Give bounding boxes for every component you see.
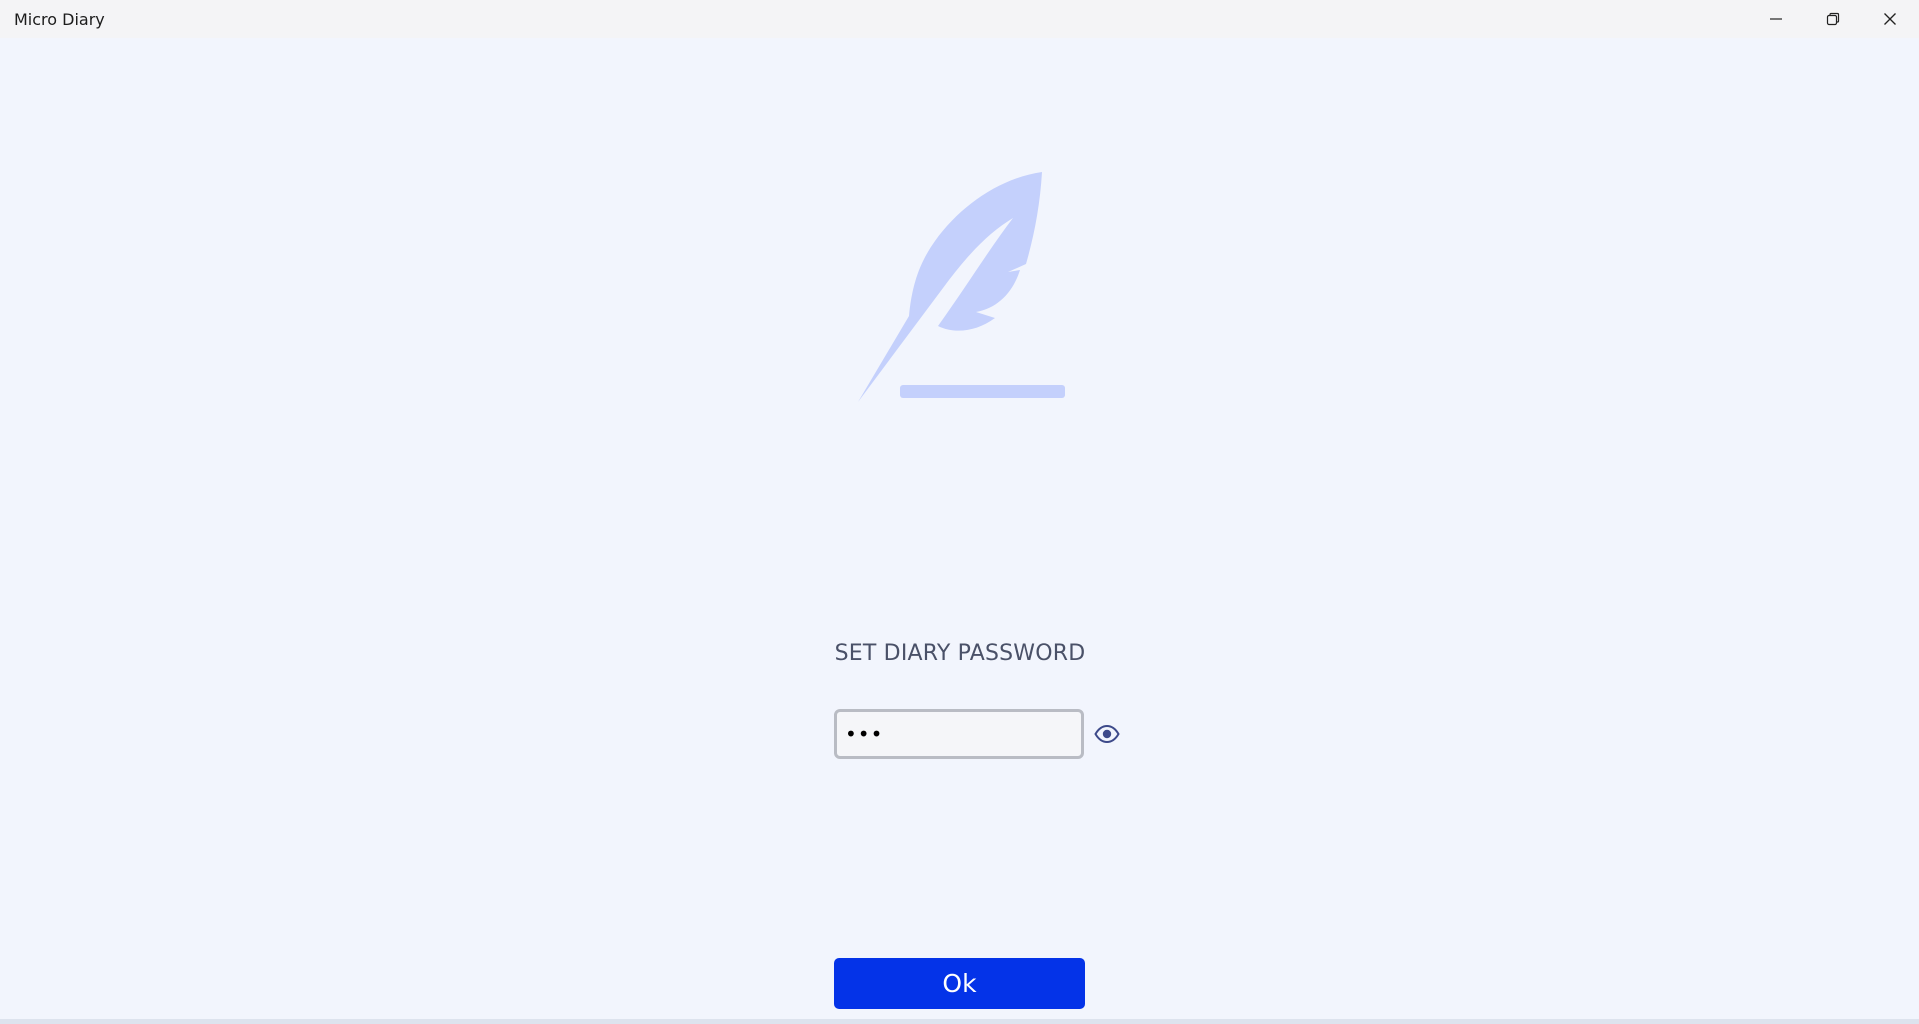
feather-pen-icon [858, 172, 1065, 402]
restore-button[interactable] [1805, 0, 1861, 38]
eye-icon [1094, 725, 1120, 743]
ok-button[interactable]: Ok [834, 958, 1085, 1009]
app-title: Micro Diary [14, 10, 105, 29]
minimize-button[interactable] [1748, 0, 1804, 38]
main-content: SET DIARY PASSWORD Ok [0, 38, 1919, 1019]
restore-icon [1826, 12, 1840, 26]
password-field-container [834, 709, 1120, 759]
password-input[interactable] [837, 712, 1094, 756]
title-bar: Micro Diary [0, 0, 1919, 38]
bottom-edge [0, 1019, 1919, 1024]
minimize-icon [1770, 18, 1782, 20]
reveal-password-button[interactable] [1094, 712, 1120, 756]
close-icon [1884, 13, 1896, 25]
close-button[interactable] [1862, 0, 1918, 38]
page-heading: SET DIARY PASSWORD [834, 641, 1086, 666]
